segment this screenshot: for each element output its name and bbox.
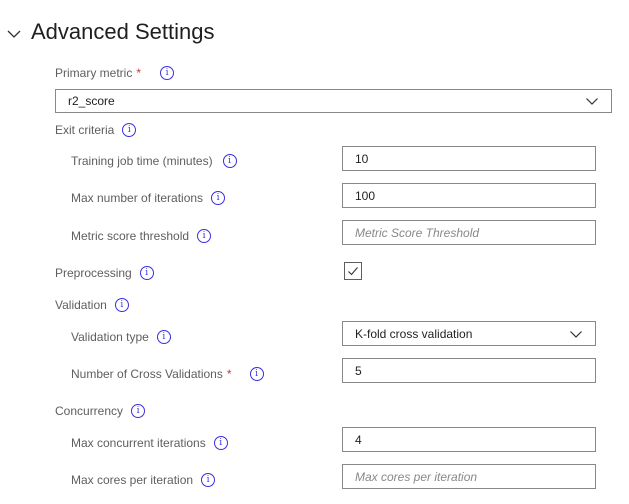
required-marker: * xyxy=(226,367,232,381)
chevron-down-icon xyxy=(586,98,598,105)
preprocessing-checkbox[interactable] xyxy=(344,262,362,280)
checkmark-icon xyxy=(348,267,358,276)
exit-criteria-label-text: Exit criteria xyxy=(55,123,115,137)
max-cores-per-iteration-placeholder: Max cores per iteration xyxy=(355,469,478,484)
validation-label: Validation i xyxy=(55,298,129,312)
training-job-time-input[interactable]: 10 xyxy=(342,146,596,171)
info-icon[interactable]: i xyxy=(222,154,237,168)
info-icon[interactable]: i xyxy=(160,66,175,80)
exit-criteria-label: Exit criteria i xyxy=(55,123,137,137)
info-icon[interactable]: i xyxy=(139,266,154,280)
info-icon[interactable]: i xyxy=(201,473,216,487)
preprocessing-label-text: Preprocessing xyxy=(55,266,132,280)
primary-metric-dropdown[interactable]: r2_score xyxy=(55,89,612,113)
info-icon[interactable]: i xyxy=(249,367,264,381)
validation-type-dropdown[interactable]: K-fold cross validation xyxy=(342,321,596,346)
chevron-down-icon xyxy=(570,330,582,338)
metric-score-threshold-placeholder: Metric Score Threshold xyxy=(355,225,480,240)
cross-validations-value: 5 xyxy=(355,363,362,378)
max-cores-per-iteration-label-text: Max cores per iteration xyxy=(71,473,194,487)
concurrency-label: Concurrency i xyxy=(55,404,146,418)
cross-validations-input[interactable]: 5 xyxy=(342,358,596,383)
metric-score-threshold-label: Metric score threshold i xyxy=(71,229,212,243)
metric-score-threshold-label-text: Metric score threshold xyxy=(71,229,190,243)
advanced-settings-header[interactable]: Advanced Settings xyxy=(0,14,260,54)
info-icon[interactable]: i xyxy=(131,404,146,418)
info-icon[interactable]: i xyxy=(211,191,226,205)
primary-metric-label-text: Primary metric xyxy=(55,66,133,80)
max-iterations-label: Max number of iterations i xyxy=(71,191,226,205)
cross-validations-label-text: Number of Cross Validations xyxy=(71,367,223,381)
validation-type-label-text: Validation type xyxy=(71,330,149,344)
max-cores-per-iteration-label: Max cores per iteration i xyxy=(71,473,216,487)
required-marker: * xyxy=(136,66,142,80)
info-icon[interactable]: i xyxy=(156,330,171,344)
validation-type-value: K-fold cross validation xyxy=(355,326,473,341)
info-icon[interactable]: i xyxy=(114,298,129,312)
info-icon[interactable]: i xyxy=(213,436,228,450)
max-concurrent-iterations-value: 4 xyxy=(355,432,362,447)
max-concurrent-iterations-input[interactable]: 4 xyxy=(342,427,596,452)
training-job-time-value: 10 xyxy=(355,151,369,166)
metric-score-threshold-input[interactable]: Metric Score Threshold xyxy=(342,220,596,245)
max-iterations-label-text: Max number of iterations xyxy=(71,191,204,205)
primary-metric-label: Primary metric * i xyxy=(55,66,175,80)
info-icon[interactable]: i xyxy=(197,229,212,243)
primary-metric-value: r2_score xyxy=(68,94,115,108)
concurrency-label-text: Concurrency xyxy=(55,404,124,418)
info-icon[interactable]: i xyxy=(122,123,137,137)
training-job-time-label-text: Training job time (minutes) xyxy=(71,154,213,168)
preprocessing-label: Preprocessing i xyxy=(55,266,154,280)
max-iterations-input[interactable]: 100 xyxy=(342,183,596,208)
chevron-down-icon[interactable] xyxy=(6,26,22,42)
max-iterations-value: 100 xyxy=(355,188,376,203)
cross-validations-label: Number of Cross Validations * i xyxy=(71,367,264,381)
validation-label-text: Validation xyxy=(55,298,107,312)
section-title: Advanced Settings xyxy=(31,19,215,44)
max-concurrent-iterations-label-text: Max concurrent iterations xyxy=(71,436,206,450)
validation-type-label: Validation type i xyxy=(71,330,171,344)
training-job-time-label: Training job time (minutes) i xyxy=(71,154,237,168)
max-concurrent-iterations-label: Max concurrent iterations i xyxy=(71,436,228,450)
max-cores-per-iteration-input[interactable]: Max cores per iteration xyxy=(342,464,596,489)
